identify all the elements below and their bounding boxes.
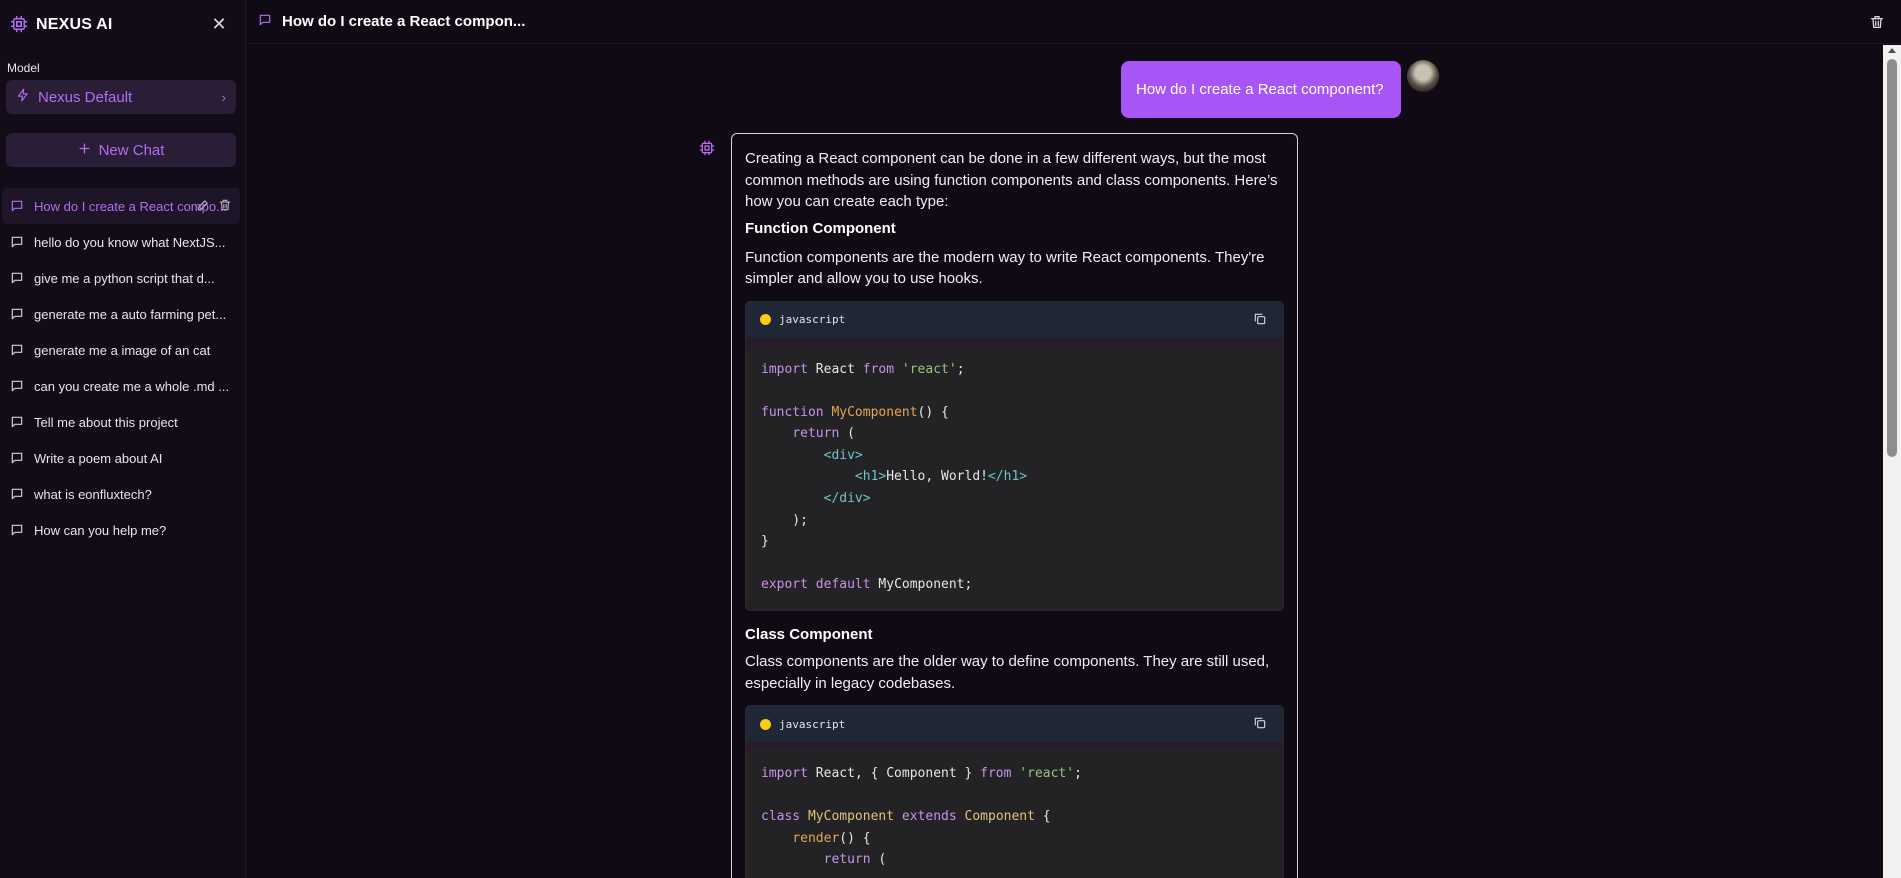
chat-item[interactable]: Write a poem about AI (2, 440, 240, 476)
code-language: javascript (779, 717, 846, 731)
chat-item[interactable]: give me a python script that d... (2, 260, 240, 296)
class-component-description: Class components are the older way to de… (745, 653, 1270, 692)
conversation-area: How do I create a React component? Creat… (247, 45, 1883, 878)
chat-item[interactable]: generate me a auto farming pet... (2, 296, 240, 332)
message-icon (10, 523, 24, 537)
chat-item-label: give me a python script that d... (34, 270, 215, 286)
message-icon (10, 199, 24, 213)
chat-item-label: generate me a auto farming pet... (34, 306, 227, 322)
bot-chip-icon (699, 140, 717, 158)
brand-name: NEXUS AI (36, 16, 113, 33)
code-block-function: javascript import React from 'react'; fu… (745, 300, 1284, 612)
message-icon (10, 379, 24, 393)
function-component-description: Function components are the modern way t… (745, 248, 1265, 288)
chat-item-label: hello do you know what NextJS... (34, 234, 226, 250)
chat-item[interactable]: Tell me about this project (2, 404, 240, 440)
message-icon (10, 343, 24, 357)
model-value: Nexus Default (38, 88, 133, 106)
chat-history-list: How do I create a React compo... hello d… (2, 188, 240, 548)
copy-icon (1253, 313, 1267, 329)
model-label: Model (7, 61, 40, 75)
code-content: import React, { Component } from 'react'… (746, 749, 1283, 878)
assistant-intro: Creating a React component can be done i… (745, 150, 1278, 210)
user-avatar (1407, 60, 1439, 92)
copy-icon (1253, 717, 1267, 733)
chevron-right-icon: › (221, 89, 226, 105)
chip-icon (10, 15, 28, 36)
chat-item[interactable]: hello do you know what NextJS... (2, 224, 240, 260)
message-icon (10, 307, 24, 321)
delete-chat-button[interactable] (1869, 14, 1885, 30)
chat-item[interactable]: what is eonfluxtech? (2, 476, 240, 512)
brand: NEXUS AI (10, 14, 113, 36)
chat-item-label: what is eonfluxtech? (34, 486, 152, 502)
copy-code-button[interactable] (1253, 716, 1269, 732)
chat-item-label: generate me a image of an cat (34, 342, 211, 358)
code-block-header: javascript (746, 706, 1283, 743)
assistant-message: Creating a React component can be done i… (731, 133, 1298, 878)
close-icon: ✕ (211, 14, 227, 34)
trash-icon (1869, 16, 1885, 33)
message-icon (258, 13, 272, 30)
chat-item[interactable]: How can you help me? (2, 512, 240, 548)
message-icon (10, 487, 24, 501)
chat-item[interactable]: generate me a image of an cat (2, 332, 240, 368)
chat-title: How do I create a React compon... (282, 13, 526, 30)
code-block-class: javascript import React, { Component } f… (745, 705, 1284, 878)
plus-icon (78, 142, 91, 159)
code-divider (746, 337, 1283, 345)
chat-item-actions (196, 198, 232, 212)
new-chat-button[interactable]: New Chat (6, 133, 236, 167)
chat-item-label: Write a poem about AI (34, 450, 163, 466)
chat-item-label: Tell me about this project (34, 414, 178, 430)
scrollbar[interactable] (1883, 45, 1901, 878)
code-block-header: javascript (746, 301, 1283, 338)
code-language: javascript (779, 313, 846, 326)
language-dot-icon (760, 718, 771, 730)
model-selector[interactable]: Nexus Default › (6, 80, 236, 114)
chat-header: How do I create a React compon... (247, 0, 1901, 44)
delete-icon[interactable] (218, 198, 232, 212)
message-icon (10, 271, 24, 285)
copy-code-button[interactable] (1253, 312, 1269, 328)
user-message-text: How do I create a React component? (1136, 81, 1384, 98)
user-message: How do I create a React component? (1121, 61, 1401, 118)
code-divider (746, 742, 1283, 750)
new-chat-label: New Chat (98, 141, 165, 159)
bolt-icon (16, 88, 30, 106)
message-icon (10, 235, 24, 249)
message-icon (10, 415, 24, 429)
function-component-heading: Function Component (745, 219, 896, 237)
language-dot-icon (760, 314, 771, 325)
chat-item[interactable]: can you create me a whole .md ... (2, 368, 240, 404)
chat-item-active[interactable]: How do I create a React compo... (2, 188, 240, 224)
sidebar: NEXUS AI ✕ Model Nexus Default › New Cha… (0, 0, 246, 878)
scroll-up-arrow-icon[interactable] (1888, 48, 1896, 53)
chat-item-label: How can you help me? (34, 522, 167, 538)
code-content: import React from 'react'; function MyCo… (746, 344, 1283, 611)
class-component-heading: Class Component (745, 626, 873, 644)
scrollbar-thumb[interactable] (1887, 59, 1897, 457)
chat-item-label: can you create me a whole .md ... (34, 378, 230, 394)
message-icon (10, 451, 24, 465)
edit-icon[interactable] (196, 198, 210, 212)
close-sidebar-button[interactable]: ✕ (210, 15, 228, 33)
